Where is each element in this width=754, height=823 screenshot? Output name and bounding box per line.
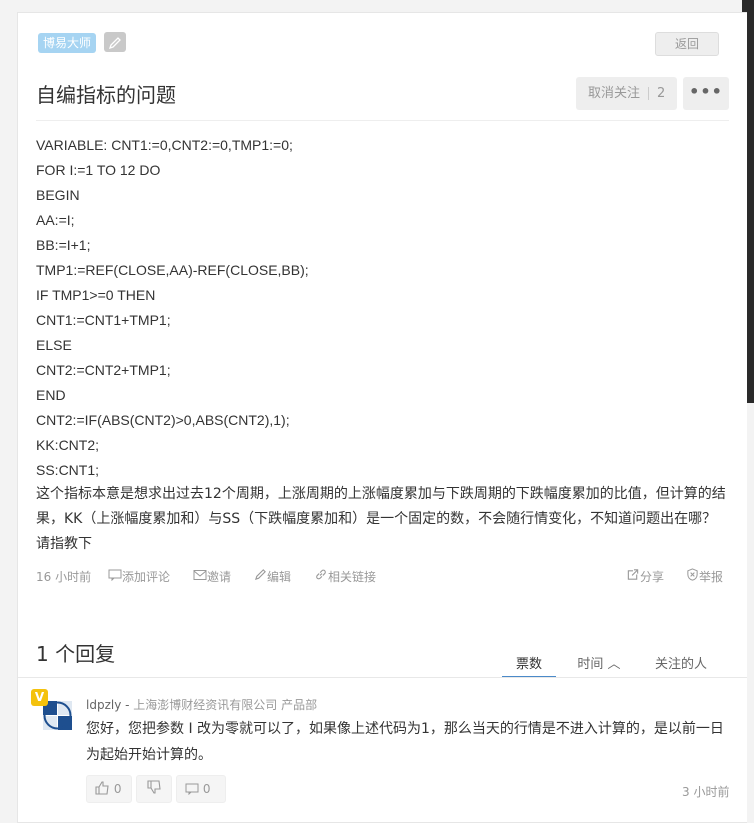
pencil-icon (254, 569, 266, 581)
related-links-label: 相关链接 (328, 570, 377, 584)
question-title: 自编指标的问题 (36, 83, 176, 107)
code-line: CNT2:=CNT2+TMP1; (36, 362, 171, 378)
dislike-button[interactable] (136, 775, 172, 803)
related-links-link[interactable]: 相关链接 (314, 568, 376, 584)
code-line: VARIABLE: CNT1:=0,CNT2:=0,TMP1:=0; (36, 137, 293, 153)
question-card: 博易大师 返回 自编指标的问题 取消关注 2 ••• VARIABLE: CNT1… (17, 12, 747, 823)
edit-link[interactable]: 编辑 (254, 568, 291, 584)
invite-label: 邀请 (207, 570, 232, 584)
answer-comment-button[interactable]: 0 (176, 775, 226, 803)
code-line: END (36, 387, 66, 403)
shield-icon (687, 568, 698, 581)
like-count: 0 (113, 782, 122, 796)
envelope-icon (193, 570, 207, 580)
code-line: BEGIN (36, 187, 80, 203)
code-line: CNT2:=IF(ABS(CNT2)>0,ABS(CNT2),1); (36, 412, 290, 428)
code-line: AA:=I; (36, 212, 75, 228)
code-line: FOR I:=1 TO 12 DO (36, 162, 161, 178)
comment-icon (185, 783, 199, 796)
share-icon (627, 569, 639, 580)
code-line: KK:CNT2; (36, 437, 100, 453)
code-line: IF TMP1>=0 THEN (36, 287, 156, 303)
verified-badge: V (31, 689, 48, 706)
add-comment-label: 添加评论 (122, 570, 171, 584)
unfollow-button[interactable]: 取消关注 2 (576, 77, 677, 110)
question-time: 16 小时前 (36, 570, 92, 584)
link-icon (316, 569, 326, 580)
code-line: TMP1:=REF(CLOSE,AA)-REF(CLOSE,BB); (36, 262, 309, 278)
question-description: 这个指标本意是想求出过去12个周期，上涨周期的上涨幅度累加与下跌周期的下跌幅度累… (36, 486, 726, 552)
edit-label: 编辑 (267, 570, 292, 584)
thumbs-up-icon (95, 781, 109, 795)
invite-link[interactable]: 邀请 (193, 568, 231, 584)
follow-count: 2 (657, 86, 666, 101)
share-label: 分享 (640, 570, 665, 584)
code-line: CNT1:=CNT1+TMP1; (36, 312, 171, 328)
thumbs-down-icon (146, 780, 161, 794)
unfollow-label: 取消关注 (588, 86, 641, 101)
answer-company: 上海澎博财经资讯有限公司 产品部 (133, 698, 318, 712)
tab-votes[interactable]: 票数 (502, 653, 556, 678)
add-comment-link[interactable]: 添加评论 (108, 568, 170, 584)
tabs-divider (18, 677, 747, 678)
topic-tag[interactable]: 博易大师 (38, 33, 97, 53)
back-button[interactable]: 返回 (655, 32, 719, 56)
answer-separator: - (121, 698, 134, 712)
report-label: 举报 (699, 570, 724, 584)
pencil-icon (108, 36, 121, 49)
tab-followed-people[interactable]: 关注的人 (646, 653, 716, 678)
question-meta-bar: 16 小时前 添加评论 邀请 编辑 相关链接 分享 举报 (36, 568, 730, 586)
edit-topic-button[interactable] (104, 32, 126, 52)
report-link[interactable]: 举报 (686, 568, 723, 584)
answer-time: 3 小时前 (682, 785, 730, 799)
tab-time[interactable]: 时间 ︿ (568, 653, 630, 678)
comment-icon (108, 569, 122, 582)
answers-count-heading: 1 个回复 (36, 642, 116, 666)
code-line: ELSE (36, 337, 72, 353)
code-line: BB:=I+1; (36, 237, 91, 253)
code-line: SS:CNT1; (36, 462, 100, 478)
answer-comment-count: 0 (202, 782, 211, 796)
share-link[interactable]: 分享 (626, 568, 664, 584)
more-options-button[interactable]: ••• (683, 77, 729, 110)
answer-content: 您好，您把参数 I 改为零就可以了，如果像上述代码为1，那么当天的行情是不进入计… (86, 721, 724, 763)
title-divider (36, 120, 729, 121)
like-button[interactable]: 0 (86, 775, 132, 803)
answer-username[interactable]: ldpzly (86, 698, 121, 712)
question-code: VARIABLE: CNT1:=0,CNT2:=0,TMP1:=0; FOR I:… (36, 133, 736, 483)
answer-author-line: ldpzly - 上海澎博财经资讯有限公司 产品部 (86, 696, 317, 713)
